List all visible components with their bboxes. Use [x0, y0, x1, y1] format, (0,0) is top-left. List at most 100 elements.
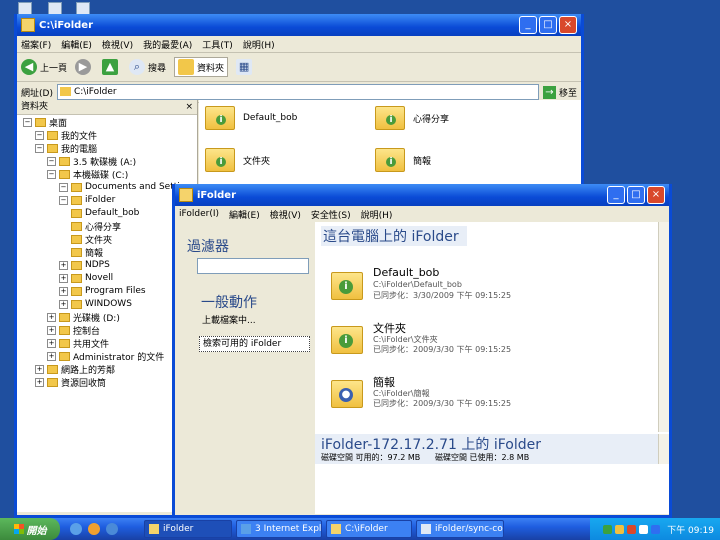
tray-icon[interactable] [651, 524, 661, 534]
tree-item-label: 資源回收筒 [61, 378, 107, 389]
ifolder-item[interactable]: ● 簡報 C:\iFolder\簡報 已同步化：2009/3/30 下午 09:… [331, 374, 651, 418]
tree-item[interactable]: + Novell [59, 272, 113, 284]
menu-edit[interactable]: 編輯(E) [229, 208, 260, 221]
minimize-button[interactable]: _ [607, 186, 625, 204]
tree-item-label: Novell [85, 273, 114, 283]
tray-icon[interactable] [615, 524, 625, 534]
expand-toggle-icon[interactable]: − [35, 143, 44, 153]
expand-toggle-icon[interactable]: + [47, 325, 56, 335]
task-explorer[interactable]: C:\iFolder [326, 520, 412, 538]
tree-item[interactable]: − 我的電腦 [35, 142, 97, 155]
ifolder-item[interactable]: i 文件夾 C:\iFolder\文件夾 已同步化：2009/3/30 下午 0… [331, 320, 651, 364]
ifolder-icon [375, 148, 405, 172]
menu-edit[interactable]: 編輯(E) [61, 38, 92, 51]
menu-security[interactable]: 安全性(S) [311, 208, 351, 221]
folder-item[interactable]: 文件夾 [205, 148, 270, 172]
forward-button[interactable]: ▶ [75, 59, 94, 75]
tree-item[interactable]: + 資源回收筒 [35, 376, 107, 389]
expand-toggle-icon[interactable]: − [35, 130, 44, 140]
expand-toggle-icon[interactable]: + [35, 377, 44, 387]
clock: 下午 09:19 [667, 525, 714, 536]
tree-item[interactable]: + 共用文件 [47, 337, 109, 350]
menu-help[interactable]: 說明(H) [243, 38, 275, 51]
expand-toggle-icon[interactable]: + [59, 260, 68, 270]
maximize-button[interactable]: □ [627, 186, 645, 204]
ifolder-titlebar[interactable]: iFolder _ □ × [175, 184, 669, 206]
scrollbar[interactable] [658, 222, 669, 432]
tree-item[interactable]: + 網路上的芳鄰 [35, 363, 115, 376]
close-button[interactable]: × [647, 186, 665, 204]
tree-item[interactable]: − 本機磁碟 (C:) [47, 168, 128, 181]
tree-item-label: 控制台 [73, 326, 101, 337]
back-button[interactable]: ◀ 上一頁 [21, 59, 67, 75]
search-button[interactable]: ⌕ 搜尋 [129, 59, 166, 75]
download-ifolder-button[interactable]: 檢索可用的 iFolder [199, 336, 310, 352]
tree-item[interactable]: + NDPS [59, 259, 110, 271]
tree-item[interactable]: − 桌面 [23, 116, 67, 129]
folder-tree: 資料夾 × − 桌面 − 我的文件 − 我的電腦 −3.5 軟碟機 (A:) − 本機磁碟 (C… [17, 100, 198, 512]
filter-input[interactable] [197, 258, 309, 274]
tree-item[interactable]: + Program Files [59, 285, 146, 297]
tree-item[interactable]: − iFolder [59, 194, 115, 206]
close-button[interactable]: × [559, 16, 577, 34]
expand-toggle-icon[interactable]: + [47, 351, 56, 361]
expand-toggle-icon[interactable]: + [47, 338, 56, 348]
task-internet-explorer[interactable]: 3 Internet Expl... [236, 520, 322, 538]
tree-item[interactable]: Default_bob [71, 207, 139, 219]
minimize-button[interactable]: _ [519, 16, 537, 34]
folders-button[interactable]: 資料夾 [174, 57, 229, 77]
explorer-titlebar[interactable]: C:\iFolder _ □ × [17, 14, 581, 36]
tree-item[interactable]: − 3.5 軟碟機 (A:) [47, 155, 136, 168]
expand-toggle-icon[interactable]: − [59, 195, 68, 205]
menu-view[interactable]: 檢視(V) [102, 38, 133, 51]
menu-file[interactable]: 檔案(F) [21, 38, 51, 51]
menu-help[interactable]: 說明(H) [361, 208, 393, 221]
tree-item[interactable]: 文件夾 [71, 233, 113, 246]
tree-item-label: 文件夾 [85, 235, 113, 246]
tree-item[interactable]: + Administrator 的文件 [47, 350, 165, 363]
expand-toggle-icon[interactable]: − [47, 169, 56, 179]
menu-tools[interactable]: 工具(T) [202, 38, 233, 51]
task-ifolder[interactable]: iFolder [144, 520, 232, 538]
tray-icon[interactable] [603, 524, 613, 534]
up-button[interactable]: ▲ [102, 59, 121, 75]
task-sync-control[interactable]: iFolder/sync-control - ... [416, 520, 504, 538]
address-input[interactable]: C:\iFolder [56, 84, 539, 100]
tree-item[interactable]: + 光碟機 (D:) [47, 311, 120, 324]
folder-item[interactable]: 簡報 [375, 148, 431, 172]
tree-item-label: Default_bob [85, 208, 140, 218]
menu-favorites[interactable]: 我的最愛(A) [143, 38, 192, 51]
expand-toggle-icon[interactable]: + [47, 312, 56, 322]
desktop-show-icon[interactable] [106, 523, 118, 535]
tree-item[interactable]: 心得分享 [71, 220, 121, 233]
tray-icon[interactable] [639, 524, 649, 534]
maximize-button[interactable]: □ [539, 16, 557, 34]
expand-toggle-icon[interactable]: − [59, 182, 68, 192]
menu-ifolder[interactable]: iFolder(I) [179, 209, 219, 219]
tree-item[interactable]: + WINDOWS [59, 298, 132, 310]
upload-files-button[interactable]: 上載檔案中... [199, 314, 310, 328]
expand-toggle-icon[interactable]: + [59, 299, 68, 309]
menu-view[interactable]: 檢視(V) [270, 208, 301, 221]
expand-toggle-icon[interactable]: − [23, 117, 32, 127]
tree-item[interactable]: 簡報 [71, 246, 103, 259]
start-button[interactable]: 開始 [0, 518, 60, 540]
ie-icon[interactable] [70, 523, 82, 535]
ifolder-item[interactable]: i Default_bob C:\iFolder\Default_bob 已同步… [331, 266, 651, 310]
tray-icon[interactable] [627, 524, 637, 534]
firefox-icon[interactable] [88, 523, 100, 535]
ifolder-icon [375, 106, 405, 130]
expand-toggle-icon[interactable]: + [59, 286, 68, 296]
expand-toggle-icon[interactable]: − [47, 156, 56, 166]
expand-toggle-icon[interactable]: + [59, 273, 68, 283]
expand-toggle-icon[interactable]: + [35, 364, 44, 374]
tree-item[interactable]: − 我的文件 [35, 129, 97, 142]
folder-item[interactable]: Default_bob [205, 106, 297, 130]
go-button[interactable]: → 移至 [542, 85, 577, 99]
folder-item[interactable]: 心得分享 [375, 106, 449, 130]
views-button[interactable]: ▦ [236, 59, 255, 75]
scrollbar[interactable] [658, 434, 669, 464]
close-icon[interactable]: × [185, 100, 193, 114]
tree-item[interactable]: + 控制台 [47, 324, 101, 337]
tree-item-label: Administrator 的文件 [73, 352, 165, 363]
